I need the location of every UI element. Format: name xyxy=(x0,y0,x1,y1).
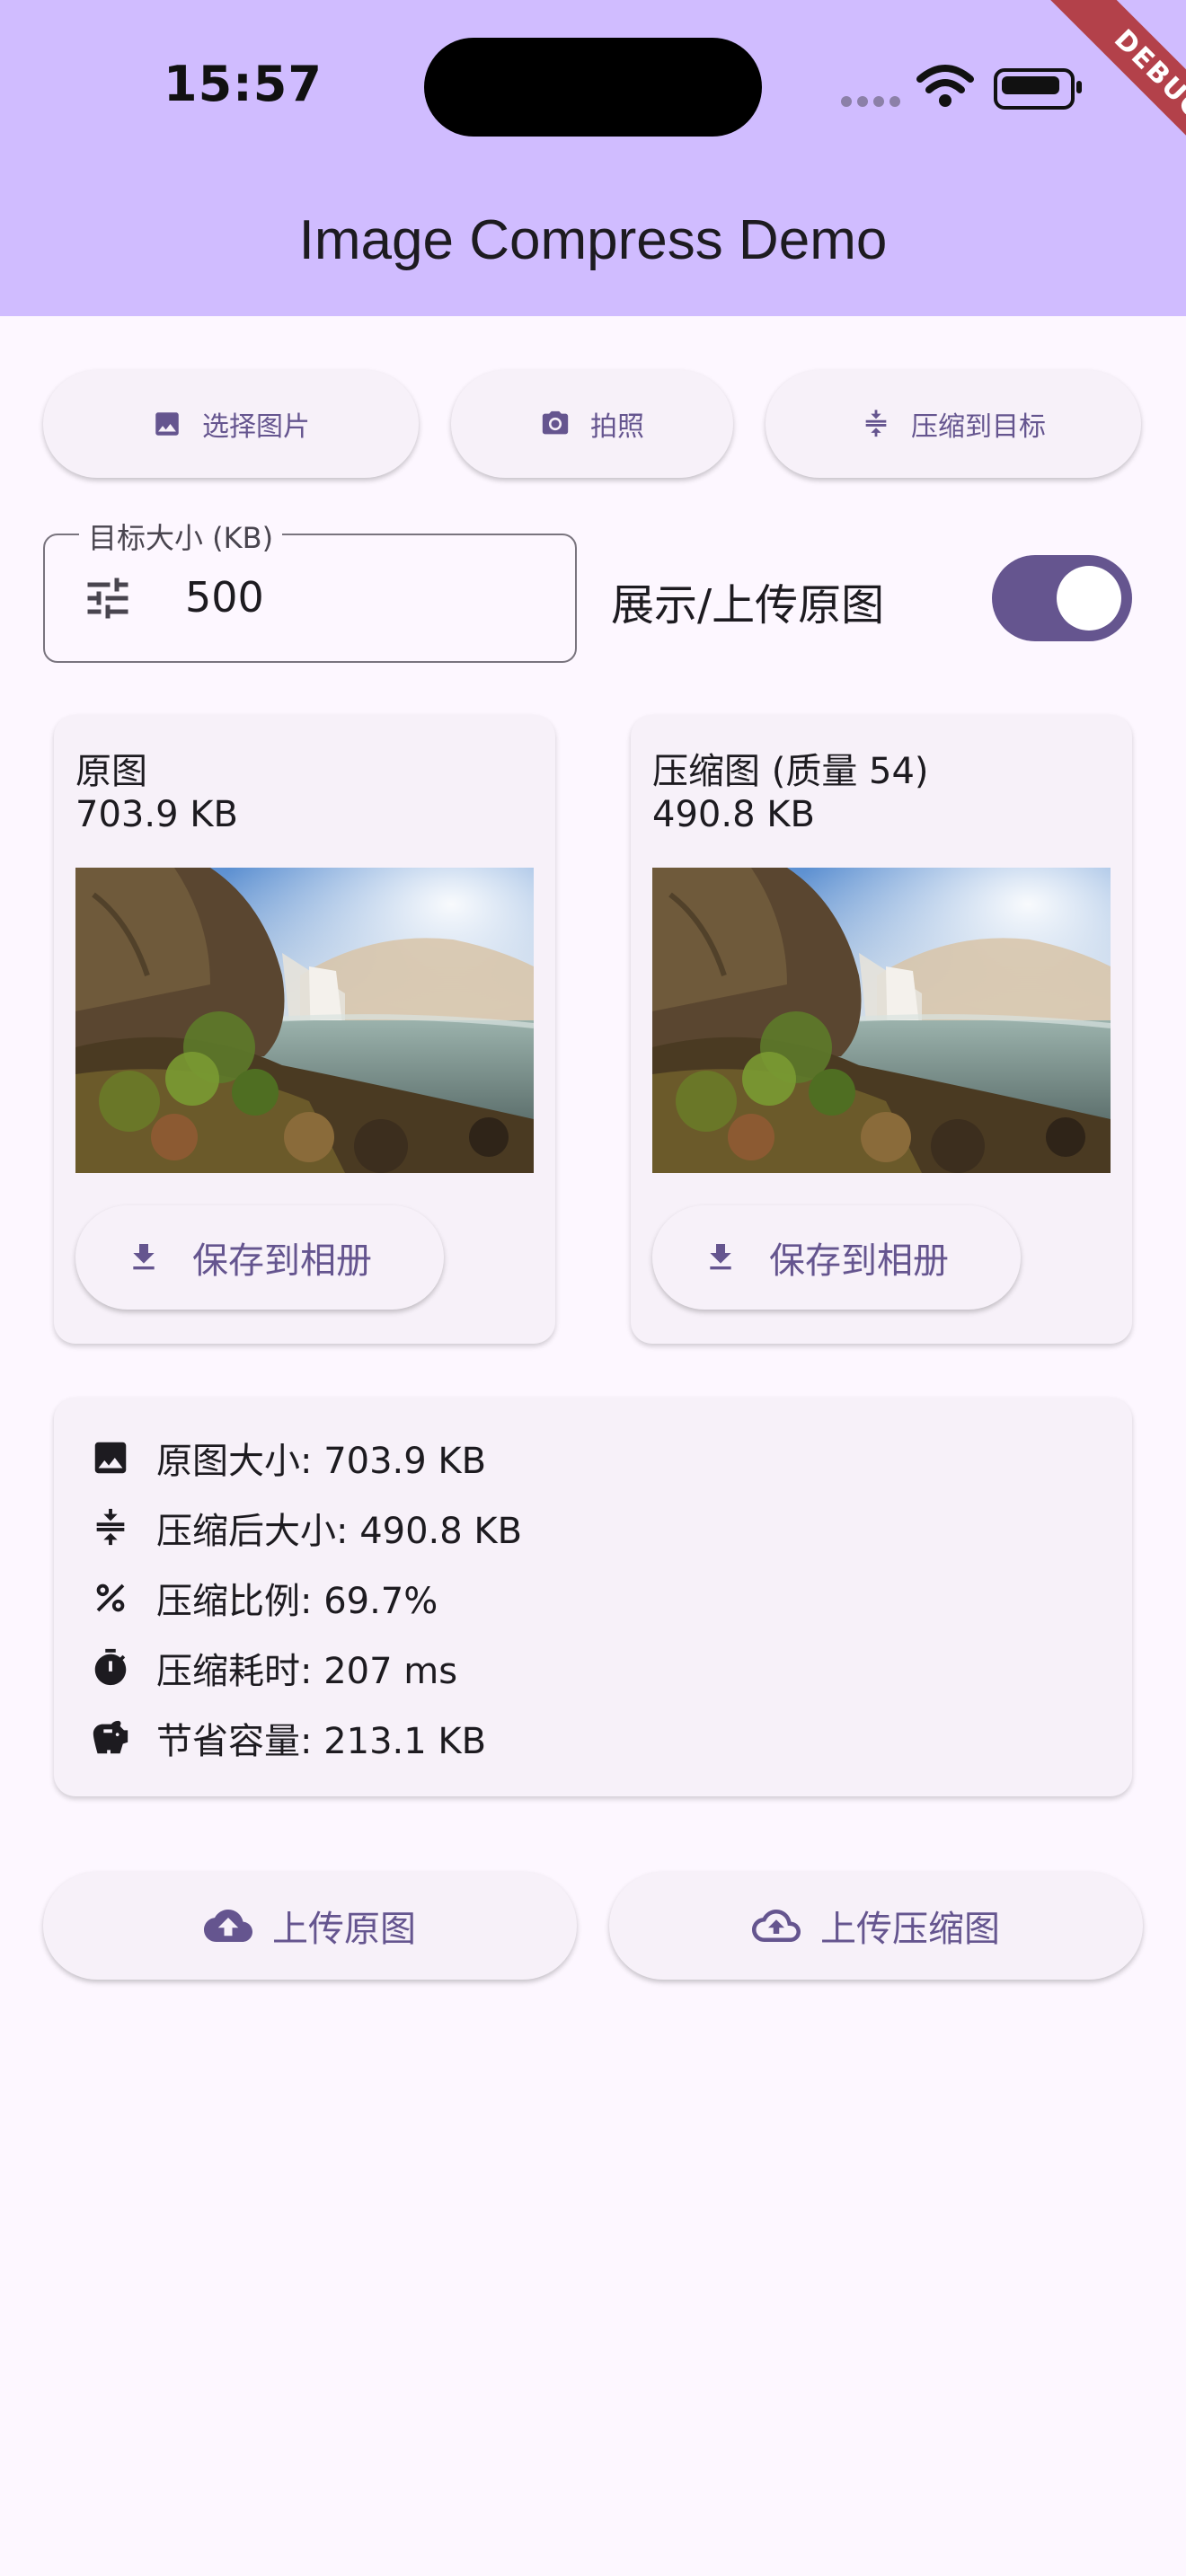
target-size-input[interactable]: 500 xyxy=(185,573,264,622)
save-compressed-button[interactable]: 保存到相册 xyxy=(652,1205,1021,1310)
stat-ratio: 压缩比例: 69.7% xyxy=(90,1563,522,1633)
compress-target-label: 压缩到目标 xyxy=(911,411,1046,443)
image-icon xyxy=(155,412,179,436)
compress-icon xyxy=(865,410,887,437)
download-icon xyxy=(133,1244,155,1270)
status-time: 15:57 xyxy=(164,56,323,112)
stat-text: 节省容量: 213.1 KB xyxy=(156,1721,487,1762)
camera-label: 拍照 xyxy=(590,411,644,443)
compress-target-button[interactable]: 压缩到目标 xyxy=(766,370,1141,478)
wifi-icon xyxy=(916,65,974,111)
upload-original-button[interactable]: 上传原图 xyxy=(43,1872,577,1980)
page-title: Image Compress Demo xyxy=(298,209,888,271)
debug-banner: DEBUG xyxy=(997,0,1186,189)
percent-icon xyxy=(96,1584,125,1612)
save-original-label: 保存到相册 xyxy=(192,1240,372,1282)
toggle-thumb xyxy=(1057,566,1121,631)
show-original-toggle[interactable] xyxy=(992,555,1132,641)
signal-dots-icon xyxy=(841,93,906,110)
stat-original-size: 原图大小: 703.9 KB xyxy=(90,1423,522,1493)
tune-icon xyxy=(81,571,135,629)
cloud-upload-outline-icon xyxy=(752,1910,801,1942)
show-original-label: 展示/上传原图 xyxy=(611,580,885,631)
stats-card: 原图大小: 703.9 KB 压缩后大小: 490.8 KB 压缩比例: 69.… xyxy=(54,1398,1132,1796)
cloud-upload-icon xyxy=(204,1910,252,1942)
compressed-card-size: 490.8 KB xyxy=(652,794,815,835)
stat-text: 压缩比例: 69.7% xyxy=(156,1581,438,1622)
stat-compressed-size: 压缩后大小: 490.8 KB xyxy=(90,1493,522,1563)
image-icon xyxy=(94,1442,127,1474)
compress-icon xyxy=(96,1508,125,1546)
compressed-card: 压缩图 (质量 54) 490.8 KB 保存到相册 xyxy=(631,715,1132,1344)
pick-image-button[interactable]: 选择图片 xyxy=(43,370,419,478)
pick-image-label: 选择图片 xyxy=(202,411,310,443)
download-icon xyxy=(710,1244,731,1270)
target-size-label: 目标大小 (KB) xyxy=(79,516,283,557)
dynamic-island xyxy=(424,38,762,137)
camera-button[interactable]: 拍照 xyxy=(451,370,733,478)
compressed-card-title: 压缩图 (质量 54) xyxy=(652,751,929,792)
stat-text: 原图大小: 703.9 KB xyxy=(156,1441,487,1482)
save-original-button[interactable]: 保存到相册 xyxy=(75,1205,444,1310)
debug-banner-label: DEBUG xyxy=(1047,0,1186,188)
upload-compressed-label: 上传压缩图 xyxy=(820,1909,1000,1950)
original-card: 原图 703.9 KB 保存到相册 xyxy=(54,715,555,1344)
upload-compressed-button[interactable]: 上传压缩图 xyxy=(609,1872,1143,1980)
original-card-size: 703.9 KB xyxy=(75,794,238,835)
original-card-title: 原图 xyxy=(75,751,147,792)
savings-icon xyxy=(93,1720,128,1754)
stat-text: 压缩耗时: 207 ms xyxy=(156,1651,458,1692)
save-compressed-label: 保存到相册 xyxy=(769,1240,949,1282)
stat-time: 压缩耗时: 207 ms xyxy=(90,1633,522,1703)
timer-icon xyxy=(94,1648,127,1686)
compressed-image xyxy=(652,868,1111,1173)
camera-icon xyxy=(542,410,569,435)
original-image xyxy=(75,868,534,1173)
stat-text: 压缩后大小: 490.8 KB xyxy=(156,1511,523,1552)
upload-original-label: 上传原图 xyxy=(272,1909,416,1950)
stat-saved: 节省容量: 213.1 KB xyxy=(90,1703,522,1773)
